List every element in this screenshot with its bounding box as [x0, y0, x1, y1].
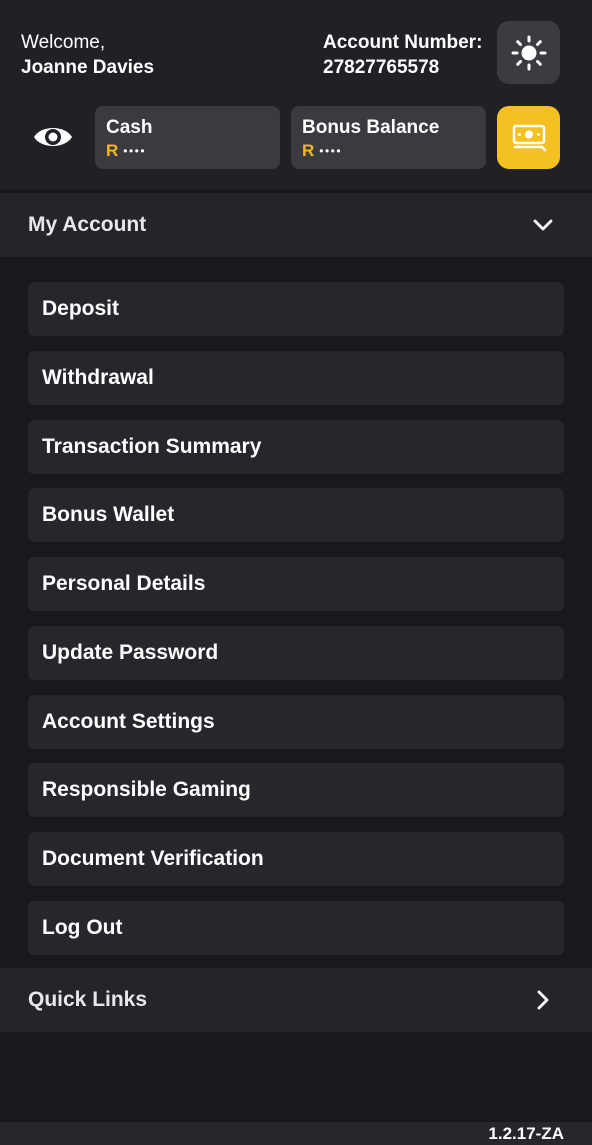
quick-links-section-header[interactable]: Quick Links — [0, 968, 592, 1032]
my-account-section-header[interactable]: My Account — [0, 193, 592, 257]
menu-item-log-out[interactable]: Log Out — [28, 900, 564, 955]
bonus-balance-value: R •••• — [302, 141, 486, 160]
menu-item-transaction-summary[interactable]: Transaction Summary — [28, 419, 564, 474]
my-account-title: My Account — [28, 213, 147, 236]
menu-item-update-password[interactable]: Update Password — [28, 625, 564, 680]
chevron-down-icon — [533, 219, 553, 231]
menu-item-responsible-gaming[interactable]: Responsible Gaming — [28, 763, 564, 818]
chevron-right-icon — [537, 990, 549, 1010]
eye-icon — [34, 128, 72, 146]
app-version: 1.2.17-ZA — [488, 1124, 564, 1143]
account-header: Welcome, Joanne Davies Account Number: 2… — [0, 0, 592, 190]
bonus-balance-card: Bonus Balance R •••• — [291, 106, 486, 169]
cash-currency: R — [106, 141, 119, 160]
cash-masked-amount: •••• — [123, 144, 147, 158]
menu-item-document-verification[interactable]: Document Verification — [28, 832, 564, 886]
account-number-block: Account Number: 27827765578 — [323, 30, 482, 80]
sun-icon — [511, 35, 546, 70]
menu-item-account-settings[interactable]: Account Settings — [28, 694, 564, 749]
my-account-menu: Deposit Withdrawal Transaction Summary B… — [28, 282, 564, 970]
toggle-balance-visibility-button[interactable] — [31, 120, 75, 154]
theme-toggle-button[interactable] — [497, 21, 560, 84]
menu-item-personal-details[interactable]: Personal Details — [28, 557, 564, 611]
account-number-label: Account Number: — [323, 32, 483, 53]
footer-bar: 1.2.17-ZA — [0, 1122, 592, 1145]
welcome-block: Welcome, Joanne Davies — [21, 30, 154, 80]
cash-balance-card: Cash R •••• — [95, 106, 280, 169]
welcome-label: Welcome, — [21, 32, 106, 53]
menu-item-withdrawal[interactable]: Withdrawal — [28, 350, 564, 405]
cash-balance-label: Cash — [106, 117, 153, 138]
bonus-masked-amount: •••• — [319, 144, 343, 158]
menu-item-deposit[interactable]: Deposit — [28, 282, 564, 336]
wallet-button[interactable] — [497, 106, 560, 169]
menu-item-bonus-wallet[interactable]: Bonus Wallet — [28, 488, 564, 543]
bonus-balance-label: Bonus Balance — [302, 117, 440, 138]
cash-icon — [512, 124, 546, 151]
account-number: 27827765578 — [323, 57, 440, 78]
bonus-currency: R — [302, 141, 315, 160]
quick-links-title: Quick Links — [28, 988, 148, 1011]
user-name: Joanne Davies — [21, 57, 155, 78]
cash-balance-value: R •••• — [106, 141, 280, 160]
